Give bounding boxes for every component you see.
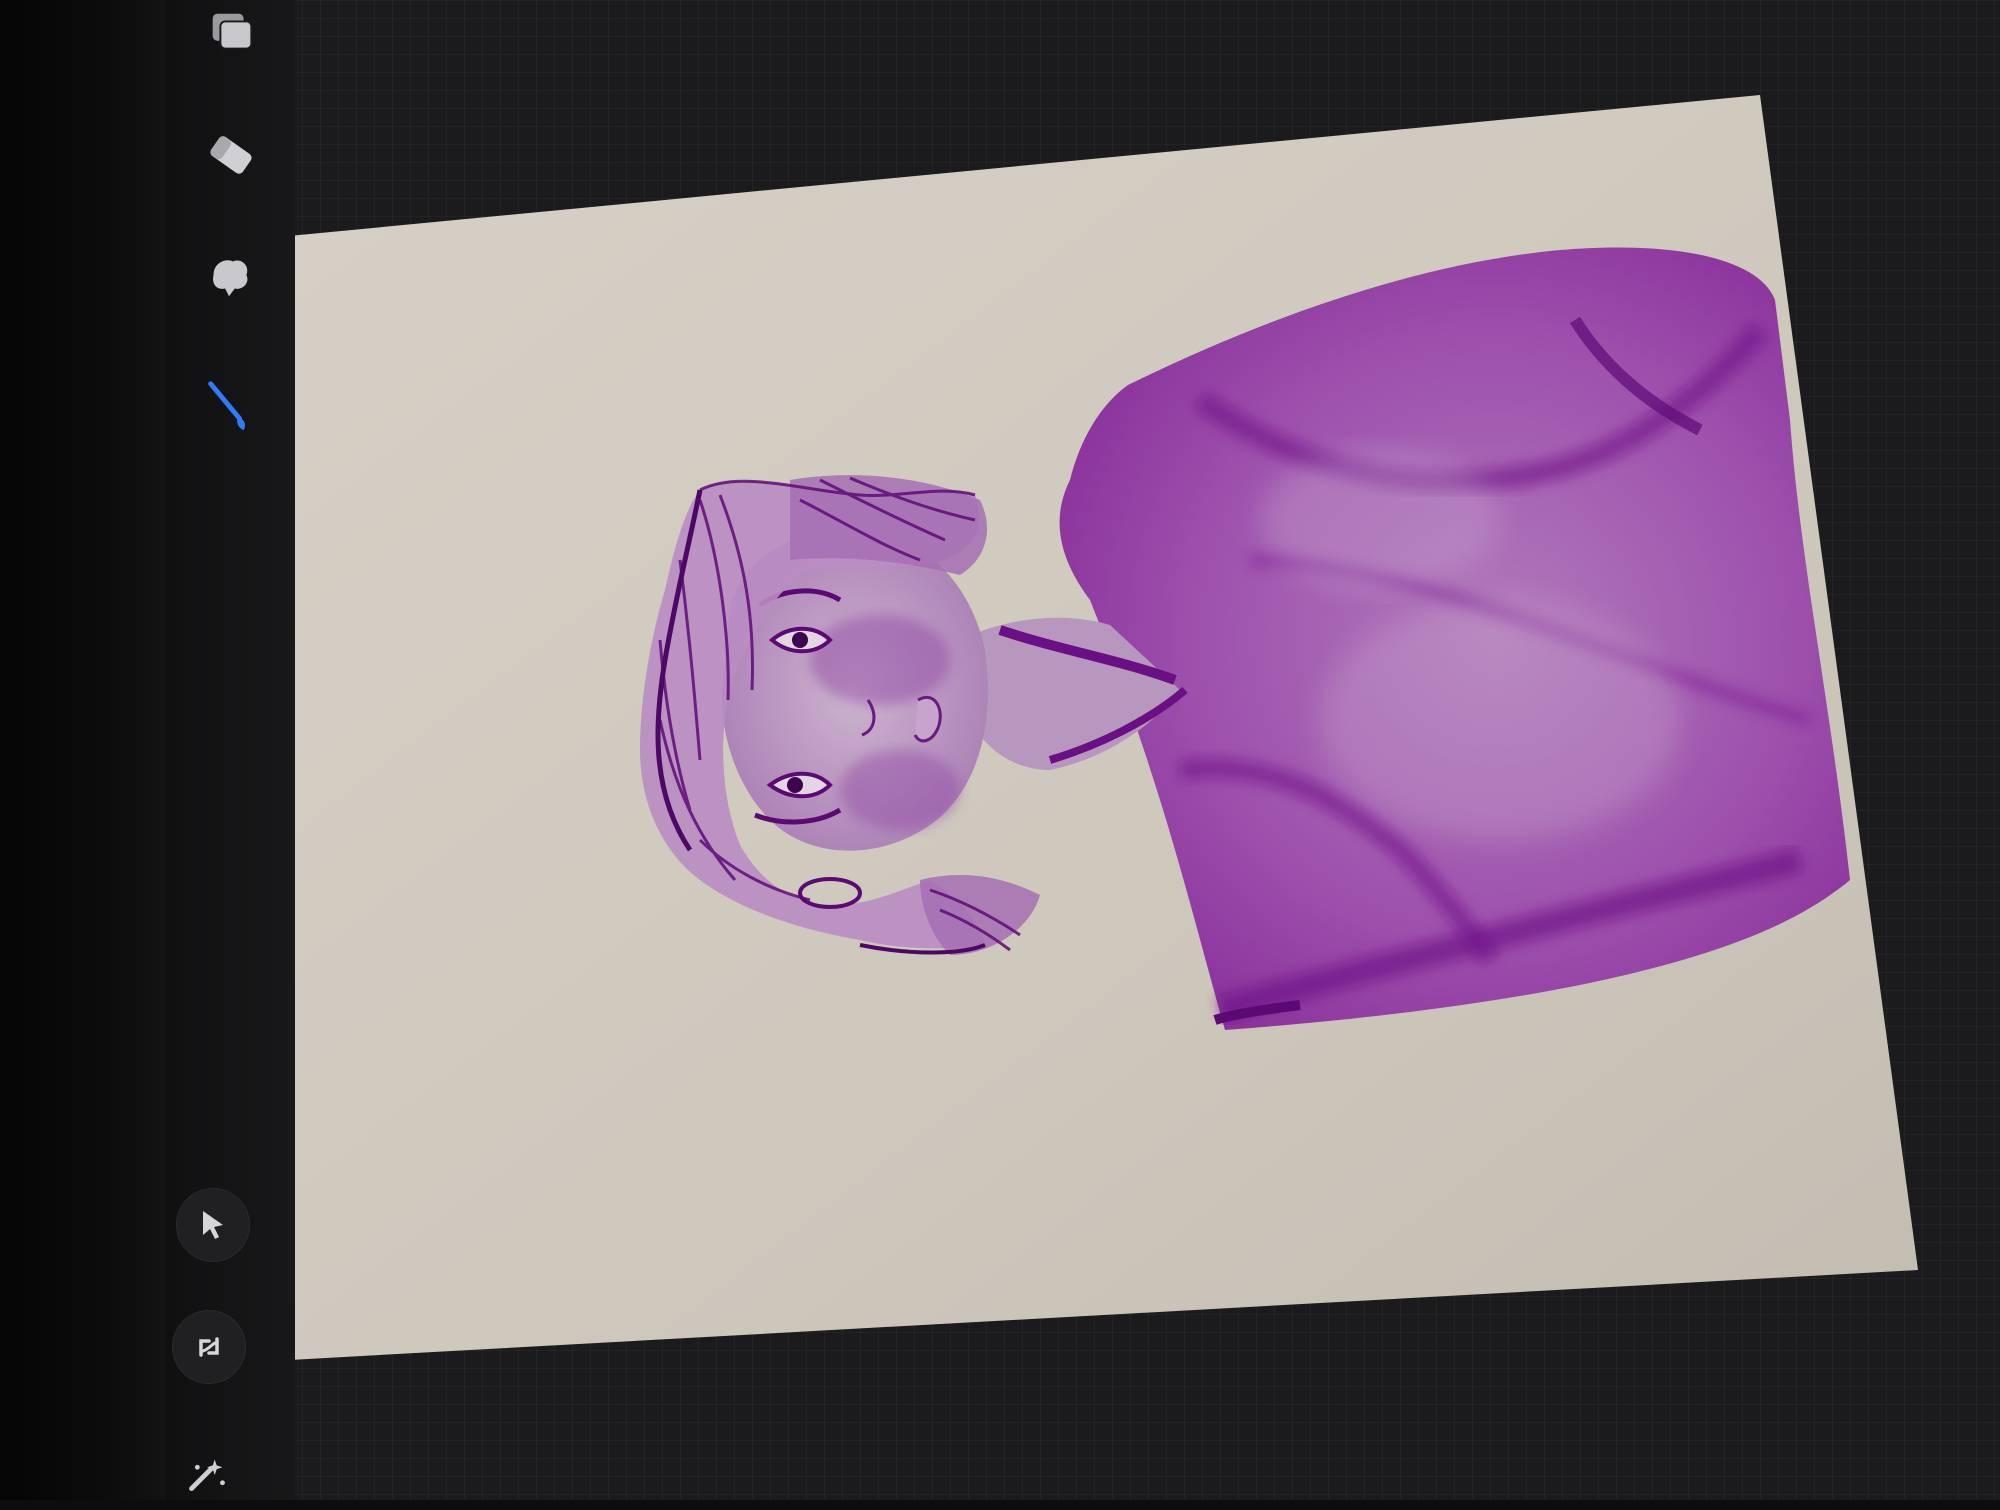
eraser-icon	[210, 136, 252, 174]
selection-tool-button[interactable]	[176, 1188, 250, 1262]
magic-wand-icon	[189, 1459, 225, 1491]
smudge-tool-button[interactable]	[194, 240, 264, 310]
smudge-icon	[213, 260, 248, 297]
brush-tool-button[interactable]	[193, 370, 263, 440]
transform-tool-button[interactable]	[172, 1310, 246, 1384]
cursor-arrow-icon	[203, 1211, 223, 1239]
transform-icon	[199, 1337, 219, 1357]
brush-icon	[208, 381, 246, 431]
layers-tool-button[interactable]	[197, 0, 267, 70]
layers-icon	[212, 13, 253, 50]
eraser-tool-button[interactable]	[196, 120, 266, 190]
side-toolbar	[165, 0, 295, 1500]
drawing-canvas[interactable]	[0, 0, 2000, 1500]
